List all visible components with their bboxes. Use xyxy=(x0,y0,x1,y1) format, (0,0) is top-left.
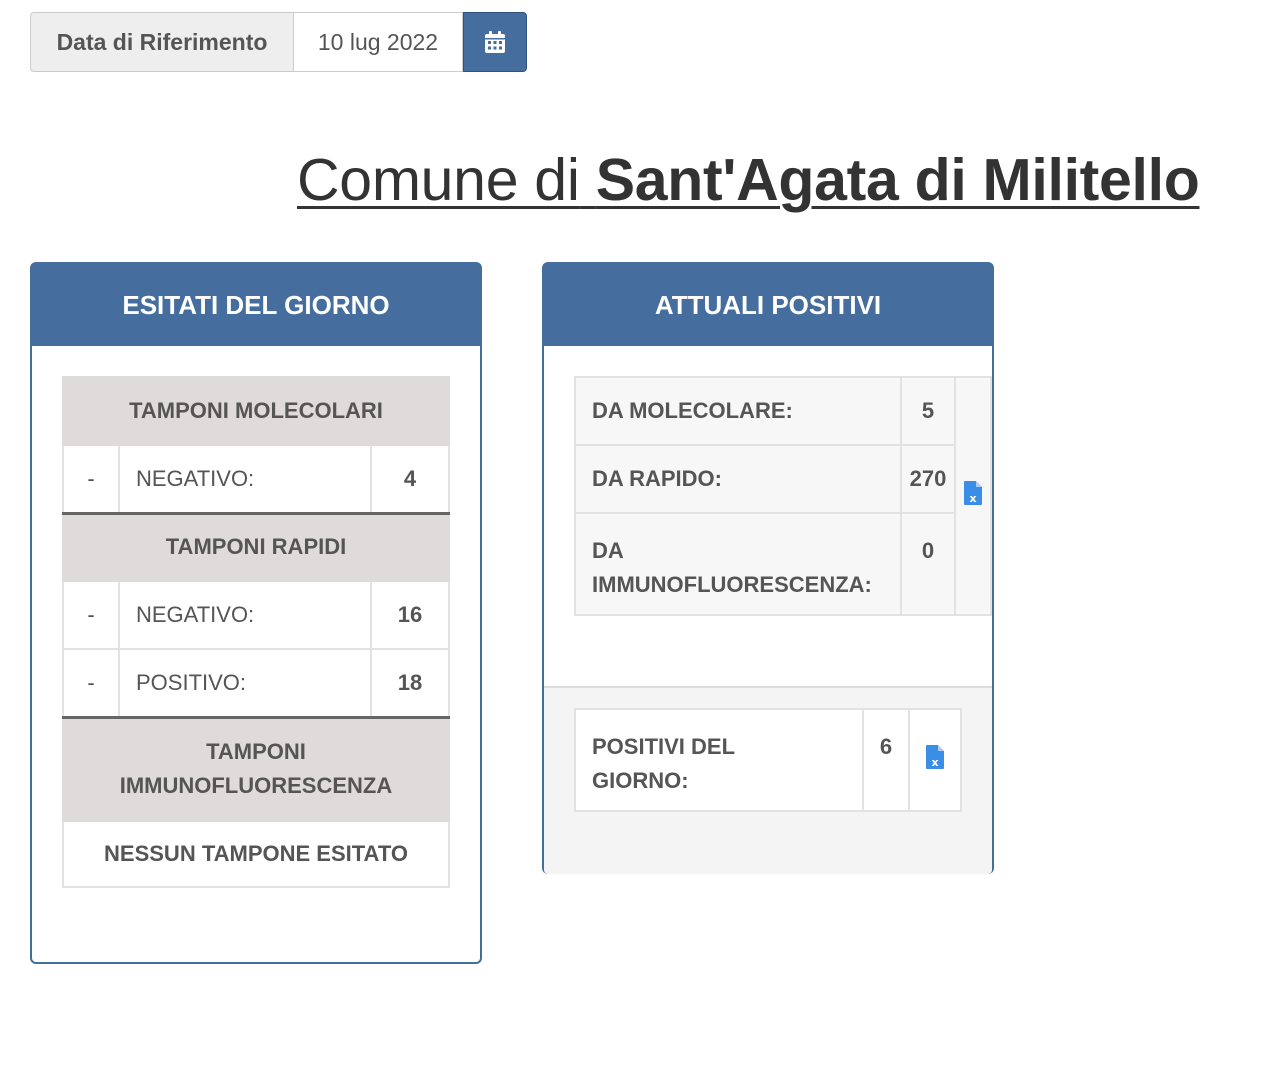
svg-text:x: x xyxy=(931,756,938,769)
empty-row: NESSUN TAMPONE ESITATO xyxy=(62,820,450,888)
row-value: 270 xyxy=(899,444,957,514)
row-label-line: DA xyxy=(592,538,624,563)
esitati-panel: ESITATI DEL GIORNO TAMPONI MOLECOLARI - … xyxy=(30,262,482,964)
row-label: DA RAPIDO: xyxy=(574,444,902,514)
row-value: 0 xyxy=(899,512,957,616)
attuali-header: ATTUALI POSITIVI xyxy=(544,264,992,346)
row-label-line: IMMUNOFLUORESCENZA: xyxy=(592,572,872,597)
row-label: NEGATIVO: xyxy=(118,444,372,515)
table-row: - NEGATIVO: 4 xyxy=(62,444,450,515)
table-row: DA MOLECOLARE: 5 x xyxy=(574,376,992,616)
svg-text:x: x xyxy=(970,492,977,505)
title-prefix: Comune di xyxy=(297,147,580,213)
section-immuno: TAMPONI IMMUNOFLUORESCENZA xyxy=(62,716,450,822)
date-label: Data di Riferimento xyxy=(30,12,293,72)
section-title-line: IMMUNOFLUORESCENZA xyxy=(119,773,393,799)
row-dash: - xyxy=(62,444,120,515)
attuali-table: DA MOLECOLARE: 5 x DA RAPIDO: 270 DA IMM… xyxy=(574,376,992,616)
excel-export-icon[interactable]: x xyxy=(963,480,983,512)
export-cell: x xyxy=(954,376,992,616)
section-title: TAMPONI MOLECOLARI xyxy=(62,376,450,446)
row-value: 4 xyxy=(370,444,450,515)
row-value: 6 xyxy=(862,708,910,812)
row-label: POSITIVI DEL GIORNO: xyxy=(574,708,864,812)
empty-message: NESSUN TAMPONE ESITATO xyxy=(62,820,450,888)
esitati-table: TAMPONI MOLECOLARI - NEGATIVO: 4 TAMPONI… xyxy=(62,376,450,888)
row-value: 16 xyxy=(370,580,450,650)
excel-export-icon[interactable]: x xyxy=(925,744,945,776)
calendar-icon xyxy=(485,31,505,53)
title-comune-name: Sant'Agata di Militello xyxy=(595,147,1200,213)
section-title: TAMPONI RAPIDI xyxy=(62,512,450,582)
positivi-giorno-footer: POSITIVI DEL GIORNO: 6 x xyxy=(544,686,992,874)
section-molecolari: TAMPONI MOLECOLARI xyxy=(62,376,450,446)
row-value: 18 xyxy=(370,648,450,719)
positivi-giorno-table: POSITIVI DEL GIORNO: 6 x xyxy=(574,708,962,812)
date-input[interactable]: 10 lug 2022 xyxy=(293,12,463,72)
page-title: Comune di Sant'Agata di Militello xyxy=(297,146,1200,214)
table-row: DA IMMUNOFLUORESCENZA: 0 xyxy=(574,512,991,616)
date-picker: Data di Riferimento 10 lug 2022 xyxy=(30,12,527,74)
export-cell: x xyxy=(908,708,962,812)
calendar-button[interactable] xyxy=(463,12,527,72)
esitati-header: ESITATI DEL GIORNO xyxy=(32,264,480,346)
table-row: DA RAPIDO: 270 xyxy=(574,444,991,514)
row-label-line: POSITIVI DEL xyxy=(592,734,736,759)
row-dash: - xyxy=(62,580,120,650)
row-label: DA IMMUNOFLUORESCENZA: xyxy=(574,512,902,616)
table-row: - NEGATIVO: 16 xyxy=(62,580,450,650)
attuali-panel: ATTUALI POSITIVI DA MOLECOLARE: 5 x DA R… xyxy=(542,262,994,874)
section-title-line: TAMPONI xyxy=(206,739,306,765)
row-dash: - xyxy=(62,648,120,719)
row-value: 5 xyxy=(899,376,957,446)
row-label: POSITIVO: xyxy=(118,648,372,719)
section-title: TAMPONI IMMUNOFLUORESCENZA xyxy=(62,716,450,822)
row-label-line: GIORNO: xyxy=(592,768,689,793)
table-row: POSITIVI DEL GIORNO: 6 x xyxy=(574,708,962,812)
table-row: - POSITIVO: 18 xyxy=(62,648,450,719)
section-rapidi: TAMPONI RAPIDI xyxy=(62,512,450,582)
row-label: NEGATIVO: xyxy=(118,580,372,650)
row-label: DA MOLECOLARE: xyxy=(574,376,902,446)
